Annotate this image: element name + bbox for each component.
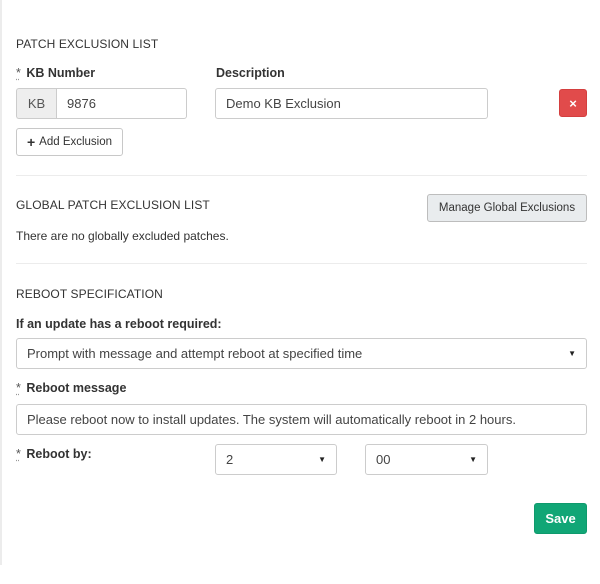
patch-exclusion-title: PATCH EXCLUSION LIST [16, 37, 159, 51]
reboot-message-label: * Reboot message [16, 381, 126, 395]
reboot-message-input[interactable]: Please reboot now to install updates. Th… [16, 404, 587, 435]
reboot-message-label-text: Reboot message [26, 381, 127, 395]
description-input[interactable]: Demo KB Exclusion [215, 88, 488, 119]
required-marker: * [16, 66, 21, 80]
left-border [0, 0, 2, 565]
required-marker: * [16, 381, 21, 395]
remove-exclusion-button[interactable]: × [559, 89, 587, 117]
no-global-exclusions-text: There are no globally excluded patches. [16, 229, 229, 243]
reboot-policy-label: If an update has a reboot required: [16, 317, 222, 331]
chevron-down-icon: ▼ [568, 349, 576, 358]
reboot-minute-value: 00 [376, 452, 391, 467]
required-marker: * [16, 447, 21, 461]
description-label: Description [216, 66, 285, 80]
reboot-by-label: * Reboot by: [16, 447, 92, 461]
kb-prefix-addon: KB [16, 88, 56, 119]
chevron-down-icon: ▼ [469, 455, 477, 464]
plus-icon: + [26, 134, 36, 150]
reboot-minute-select[interactable]: 00 ▼ [365, 444, 488, 475]
reboot-spec-title: REBOOT SPECIFICATION [16, 287, 163, 301]
section-divider [16, 175, 587, 176]
reboot-policy-value: Prompt with message and attempt reboot a… [27, 346, 363, 361]
kb-number-input[interactable]: 9876 [56, 88, 187, 119]
reboot-hour-select[interactable]: 2 ▼ [215, 444, 337, 475]
save-button[interactable]: Save [534, 503, 587, 534]
kb-number-label: * KB Number [16, 66, 95, 80]
add-exclusion-label: Add Exclusion [39, 136, 113, 148]
add-exclusion-button[interactable]: + Add Exclusion [16, 128, 123, 156]
reboot-by-label-text: Reboot by: [26, 447, 92, 461]
reboot-policy-select[interactable]: Prompt with message and attempt reboot a… [16, 338, 587, 369]
manage-global-exclusions-button[interactable]: Manage Global Exclusions [427, 194, 587, 222]
close-icon: × [569, 95, 577, 111]
kb-number-label-text: KB Number [26, 66, 96, 80]
global-exclusion-title: GLOBAL PATCH EXCLUSION LIST [16, 198, 210, 212]
reboot-hour-value: 2 [226, 452, 234, 467]
chevron-down-icon: ▼ [318, 455, 326, 464]
section-divider [16, 263, 587, 264]
